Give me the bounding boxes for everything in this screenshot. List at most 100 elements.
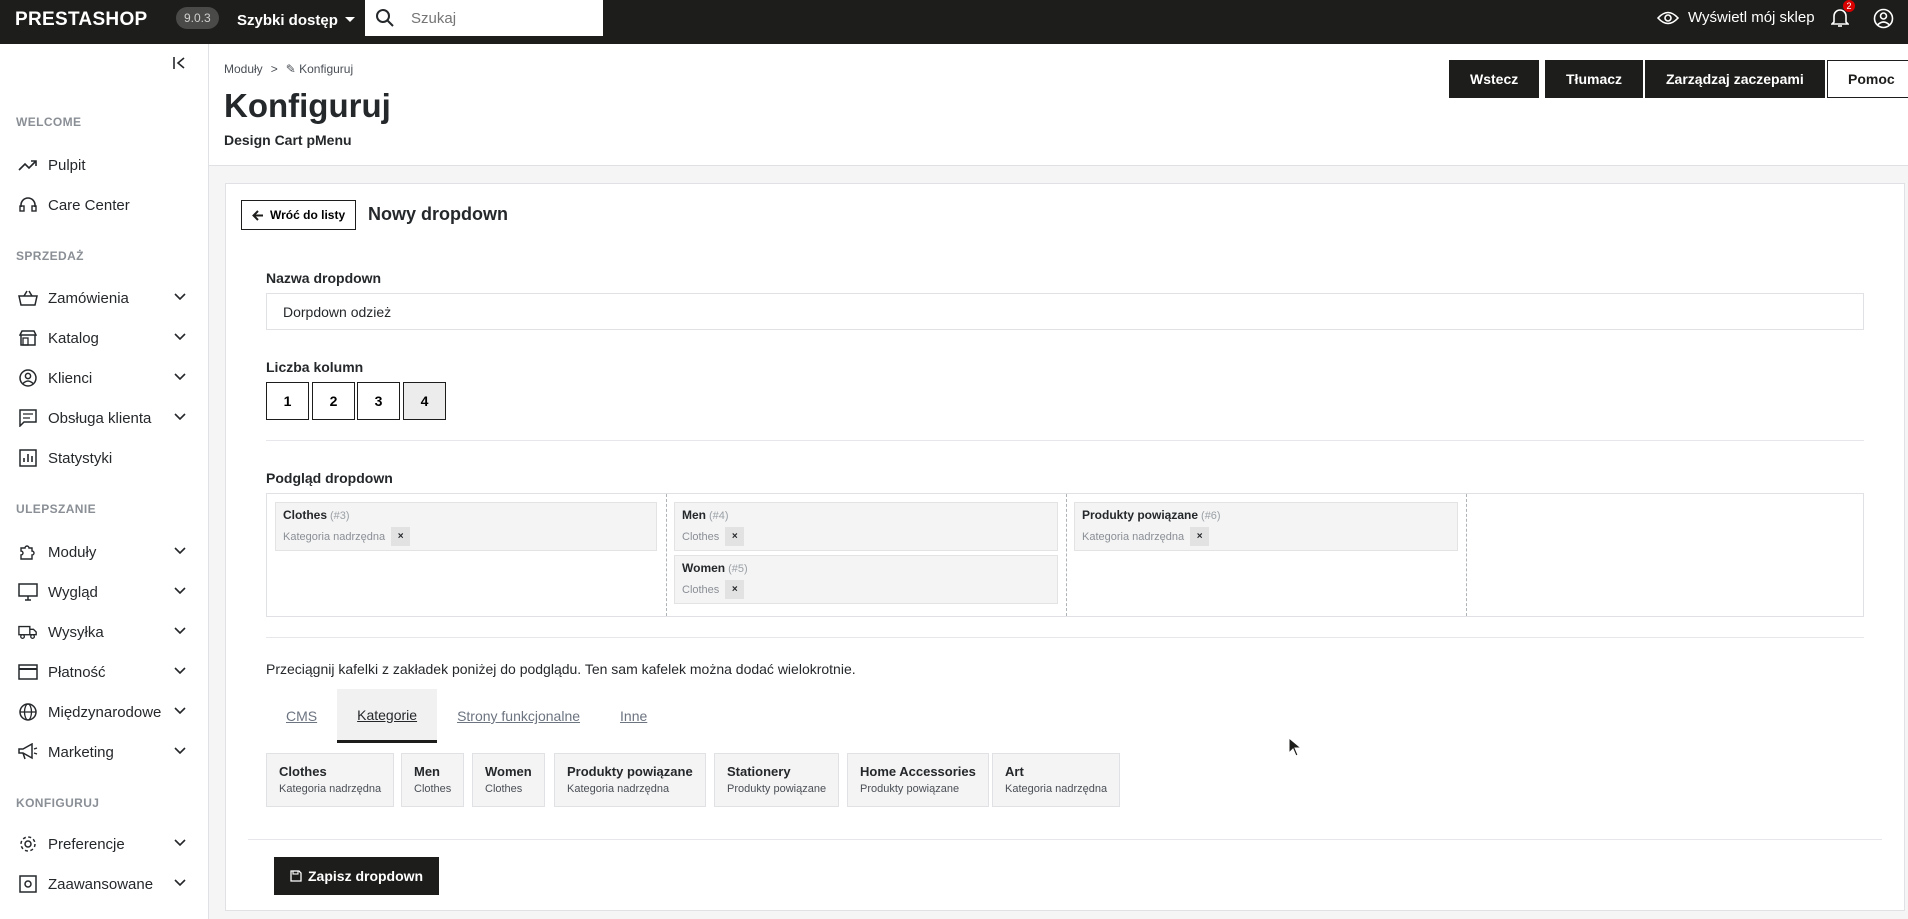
preview-tile[interactable]: Men (#4) Clothes × — [674, 502, 1058, 551]
quick-access-dropdown[interactable]: Szybki dostęp — [237, 12, 355, 29]
tab-other[interactable]: Inne — [600, 689, 667, 743]
tile-subtitle: Clothes — [682, 583, 720, 596]
chevron-down-icon — [174, 839, 186, 847]
credit-card-icon — [18, 662, 38, 682]
sidebar-item-label: Care Center — [48, 196, 130, 214]
globe-icon — [18, 702, 38, 722]
name-label: Nazwa dropdown — [266, 270, 382, 286]
account-circle-icon — [18, 368, 38, 388]
sidebar-item-orders[interactable]: Zamówienia — [0, 280, 208, 316]
prestashop-logo[interactable]: PRESTASHOP — [15, 9, 148, 31]
palette-tile-clothes[interactable]: Clothes Kategoria nadrzędna — [266, 753, 395, 807]
puzzle-icon — [18, 542, 38, 562]
collapse-sidebar-icon[interactable] — [172, 55, 188, 71]
sidebar: WELCOME Pulpit Care Center SPRZEDAŻ Zamó… — [0, 44, 209, 919]
palette-tile-home-accessories[interactable]: Home Accessories Produkty powiązane — [847, 753, 989, 807]
remove-tile-button[interactable]: × — [391, 527, 411, 546]
chevron-down-icon — [174, 667, 186, 675]
save-dropdown-button[interactable]: Zapisz dropdown — [274, 857, 440, 895]
back-button[interactable]: Wstecz — [1449, 60, 1540, 98]
sidebar-item-design[interactable]: Wygląd — [0, 574, 208, 610]
chevron-down-icon — [174, 879, 186, 887]
remove-tile-button[interactable]: × — [1190, 527, 1210, 546]
tile-id: (#6) — [1201, 510, 1221, 522]
palette-tile-art[interactable]: Art Kategoria nadrzędna — [992, 753, 1121, 807]
tab-functional-pages[interactable]: Strony funkcjonalne — [437, 689, 600, 743]
sidebar-item-label: Marketing — [48, 743, 114, 761]
caret-down-icon — [344, 17, 355, 22]
remove-tile-button[interactable]: × — [725, 527, 745, 546]
chevron-down-icon — [174, 373, 186, 381]
columns-option-4[interactable]: 4 — [403, 382, 446, 420]
tab-cms[interactable]: CMS — [266, 689, 337, 743]
account-button[interactable] — [1873, 8, 1894, 32]
divider — [266, 440, 1864, 441]
dropdown-preview: Clothes (#3) Kategoria nadrzędna × Men (#4)… — [266, 493, 1864, 617]
sidebar-item-preferences[interactable]: Preferencje — [0, 826, 208, 862]
divider — [248, 839, 1882, 840]
sidebar-item-dashboard[interactable]: Pulpit — [0, 147, 208, 183]
back-to-list-button[interactable]: Wróć do listy — [241, 200, 357, 230]
palette-tile-stationery[interactable]: Stationery Produkty powiązane — [714, 753, 840, 807]
gear-icon — [18, 834, 38, 854]
breadcrumb-modules[interactable]: Moduły — [224, 62, 263, 76]
tile-title: Men — [682, 508, 706, 522]
search-input[interactable] — [411, 8, 591, 28]
preview-tile[interactable]: Clothes (#3) Kategoria nadrzędna × — [275, 502, 657, 551]
preview-column-4[interactable] — [1467, 494, 1863, 616]
card-title: Nowy dropdown — [368, 204, 508, 224]
sidebar-item-care-center[interactable]: Care Center — [0, 187, 208, 223]
divider — [266, 637, 1864, 638]
top-bar: PRESTASHOP 9.0.3 Szybki dostęp Wyświetl … — [0, 0, 1908, 44]
columns-option-3[interactable]: 3 — [357, 382, 400, 420]
tile-id: (#3) — [330, 510, 350, 522]
page-title: Konfiguruj — [224, 87, 391, 124]
sidebar-item-catalog[interactable]: Katalog — [0, 320, 208, 356]
section-configure: KONFIGURUJ — [16, 796, 100, 810]
sidebar-item-shipping[interactable]: Wysyłka — [0, 614, 208, 650]
tile-subtitle: Clothes — [485, 783, 523, 795]
sidebar-item-customers[interactable]: Klienci — [0, 360, 208, 396]
breadcrumb: Moduły > ✎ Konfiguruj — [224, 62, 353, 76]
preview-column-2[interactable]: Men (#4) Clothes × Women (#5) Clothes × — [667, 494, 1067, 616]
tile-title: Men — [414, 764, 440, 779]
columns-option-2[interactable]: 2 — [312, 382, 355, 420]
tile-id: (#4) — [709, 510, 729, 522]
chevron-down-icon — [174, 747, 186, 755]
sidebar-item-international[interactable]: Międzynarodowe — [0, 694, 208, 730]
tile-subtitle: Produkty powiązane — [860, 783, 960, 795]
sidebar-item-modules[interactable]: Moduły — [0, 534, 208, 570]
sidebar-item-customer-service[interactable]: Obsługa klienta — [0, 400, 208, 436]
back-to-list-label: Wróć do listy — [270, 208, 346, 222]
dropdown-name-input[interactable] — [266, 293, 1864, 330]
preview-tile[interactable]: Produkty powiązane (#6) Kategoria nadrzęd… — [1074, 502, 1458, 551]
help-button[interactable]: Pomoc — [1827, 60, 1908, 98]
sidebar-item-stats[interactable]: Statystyki — [0, 440, 208, 476]
view-shop-link[interactable]: Wyświetl mój sklep — [1657, 9, 1815, 26]
preview-tile[interactable]: Women (#5) Clothes × — [674, 555, 1058, 604]
sidebar-item-marketing[interactable]: Marketing — [0, 734, 208, 770]
palette-tile-related-products[interactable]: Produkty powiązane Kategoria nadrzędna — [554, 753, 706, 807]
remove-tile-button[interactable]: × — [725, 580, 745, 599]
sidebar-item-payment[interactable]: Płatność — [0, 654, 208, 690]
section-sales: SPRZEDAŻ — [16, 249, 84, 263]
preview-column-3[interactable]: Produkty powiązane (#6) Kategoria nadrzęd… — [1067, 494, 1467, 616]
chevron-down-icon — [174, 587, 186, 595]
palette-tile-women[interactable]: Women Clothes — [472, 753, 545, 807]
manage-hooks-button[interactable]: Zarządzaj zaczepami — [1645, 60, 1825, 98]
breadcrumb-current: Konfiguruj — [299, 62, 354, 76]
palette-tile-men[interactable]: Men Clothes — [401, 753, 465, 807]
columns-option-1[interactable]: 1 — [266, 382, 309, 420]
sidebar-item-label: Zamówienia — [48, 289, 129, 307]
sidebar-item-label: Płatność — [48, 663, 106, 681]
tile-title: Home Accessories — [860, 764, 976, 779]
translate-button[interactable]: Tłumacz — [1545, 60, 1644, 98]
sidebar-item-advanced[interactable]: Zaawansowane — [0, 866, 208, 902]
preview-column-1[interactable]: Clothes (#3) Kategoria nadrzędna × — [267, 494, 667, 616]
page-header: Moduły > ✎ Konfiguruj Konfiguruj Design Ca… — [209, 44, 1908, 166]
search-box[interactable] — [365, 0, 603, 36]
sidebar-item-label: Wygląd — [48, 583, 98, 601]
notifications-badge: 2 — [1843, 0, 1855, 12]
tile-title: Clothes — [283, 508, 328, 522]
tab-categories[interactable]: Kategorie — [337, 689, 438, 743]
